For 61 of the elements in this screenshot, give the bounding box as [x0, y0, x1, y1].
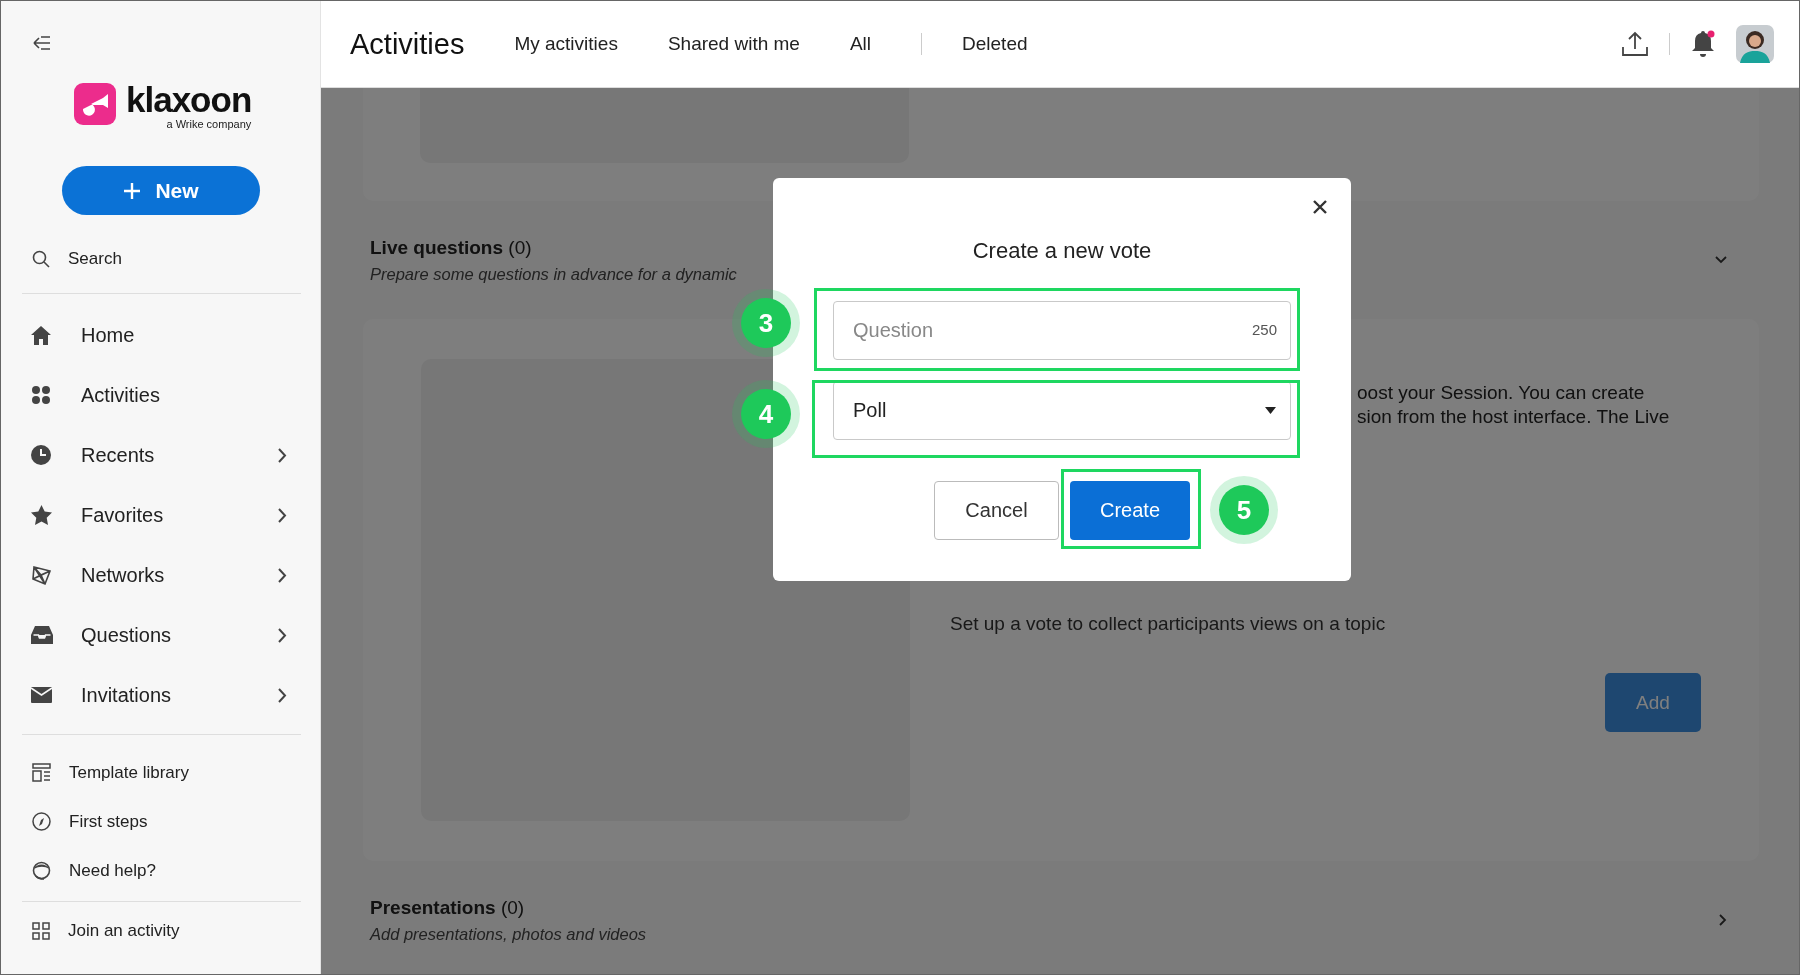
tab[interactable]: Deleted — [962, 33, 1028, 55]
nav-item[interactable]: Favorites — [21, 485, 291, 545]
home-icon — [31, 325, 51, 345]
sidebar-link[interactable]: First steps — [21, 797, 300, 846]
nav-item[interactable]: Recents — [21, 425, 291, 485]
nav-item[interactable]: Invitations — [21, 665, 291, 725]
collapse-sidebar-icon[interactable] — [33, 36, 51, 50]
inbox-icon — [31, 626, 53, 644]
vote-description: Set up a vote to collect participants views on a topic — [950, 613, 1387, 635]
nav-item[interactable]: Networks — [21, 545, 291, 605]
section-title: Presentations (0) — [370, 896, 526, 919]
sidebar-link[interactable]: Template library — [21, 748, 300, 797]
cancel-button[interactable]: Cancel — [934, 481, 1059, 540]
clock-icon — [31, 445, 51, 465]
tab[interactable]: All — [849, 33, 872, 55]
logo-wordmark: klaxoon — [126, 83, 252, 117]
new-button[interactable]: New — [62, 166, 260, 215]
chevron-right-icon[interactable] — [278, 447, 287, 463]
chevron-right-icon[interactable] — [1719, 914, 1727, 926]
star-icon — [31, 505, 52, 525]
qr-code-icon — [32, 922, 50, 940]
tab[interactable]: Shared with me — [667, 33, 800, 55]
chevron-right-icon[interactable] — [278, 627, 287, 643]
plus-icon — [123, 181, 142, 200]
search-icon — [32, 250, 50, 268]
chevron-right-icon[interactable] — [278, 687, 287, 703]
create-button[interactable]: Create — [1070, 481, 1190, 540]
step-number: 4 — [741, 389, 791, 439]
join-activity-link[interactable]: Join an activity — [21, 908, 300, 954]
section-title: Live questions (0) — [370, 236, 533, 259]
nav-item[interactable]: Home — [21, 305, 291, 365]
tab[interactable]: My activities — [514, 33, 618, 55]
description-text: sion from the host interface. The Live — [1357, 405, 1671, 429]
dialog-title: Create a new vote — [971, 238, 1153, 264]
description-text: oost your Session. You can create — [1357, 381, 1646, 405]
avatar[interactable] — [1736, 25, 1774, 63]
logo-icon — [74, 83, 116, 125]
section-subtitle: Add presentations, photos and videos — [370, 924, 647, 944]
step-number: 5 — [1219, 485, 1269, 535]
template-icon — [32, 763, 51, 782]
upload-icon[interactable] — [1621, 31, 1649, 57]
chevron-right-icon[interactable] — [278, 567, 287, 583]
bell-icon[interactable] — [1690, 30, 1716, 58]
page-title: Activities — [350, 27, 465, 61]
dots-grid-icon — [31, 385, 51, 405]
character-counter: 250 — [1251, 321, 1277, 338]
network-icon — [31, 564, 53, 586]
nav-item[interactable]: Activities — [21, 365, 291, 425]
section-subtitle: Prepare some questions in advance for a dynamic — [370, 264, 737, 284]
chevron-right-icon[interactable] — [278, 507, 287, 523]
chevron-down-icon[interactable] — [1715, 256, 1727, 264]
headset-icon — [32, 861, 51, 880]
logo-tagline: a Wrike company — [166, 118, 252, 130]
close-icon[interactable] — [1313, 200, 1327, 214]
sidebar-link[interactable]: Need help? — [21, 846, 300, 895]
compass-icon — [32, 812, 51, 831]
step-number: 3 — [741, 298, 791, 348]
caret-icon — [1265, 407, 1276, 414]
envelope-icon — [31, 687, 52, 703]
search-link[interactable]: Search — [21, 236, 300, 282]
nav-item[interactable]: Questions — [21, 605, 291, 665]
